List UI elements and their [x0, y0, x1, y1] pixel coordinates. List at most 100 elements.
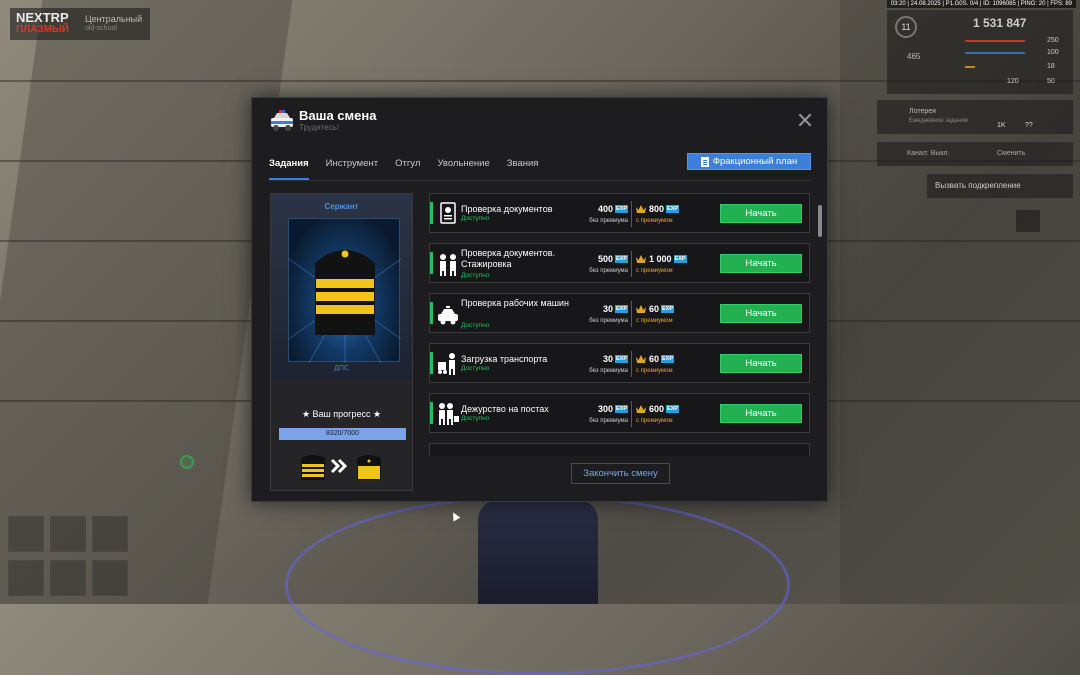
stat-value: 465 [907, 52, 921, 61]
shield-value: 50 [1047, 78, 1055, 85]
rank-insignia-image [288, 218, 402, 364]
tab-day-off[interactable]: Отгул [395, 154, 420, 180]
money-value: 1 531 847 [973, 16, 1027, 30]
reward-label: без премиума [589, 268, 628, 274]
tab-ranks[interactable]: Звания [507, 154, 539, 180]
task-reward: 30 EXP [602, 304, 628, 314]
tab-tasks[interactable]: Задания [269, 154, 309, 180]
premium-label: с премиумом [636, 368, 673, 374]
faction-plan-label: Фракционный план [712, 156, 798, 167]
reward-label: без премиума [589, 368, 628, 374]
progress-label: ★ Ваш прогресс ★ [301, 409, 382, 419]
radio-change-label: Сменить [997, 150, 1026, 157]
server-sub: old-school [85, 25, 117, 32]
premium-reward: 1 000 EXP [649, 254, 687, 264]
loader-icon [438, 353, 455, 375]
epaulette-icon [288, 250, 402, 364]
premium-reward: 600 EXP [649, 404, 680, 414]
task-reward: 500 EXP [597, 254, 628, 264]
minimap-marker [180, 455, 194, 469]
crown-icon [636, 305, 646, 313]
quickslot[interactable] [92, 516, 128, 552]
tab-tools[interactable]: Инструмент [326, 154, 378, 180]
reward-label: без премиума [589, 418, 628, 424]
premium-reward: 800 EXP [649, 204, 680, 214]
server-logo: NEXTRP ПЛАЗМЫЙ Центральный old-school [10, 8, 150, 40]
task-list-scrollbar[interactable] [818, 205, 822, 237]
premium-label: с премиумом [636, 218, 673, 224]
start-task-button[interactable]: Начать [720, 354, 802, 373]
inventory-quickslots [8, 516, 134, 602]
level-badge: 11 [895, 16, 917, 38]
list-item-partial [429, 443, 810, 456]
modal-tabs: Задания Инструмент Отгул Увольнение Зван… [269, 154, 555, 180]
task-name: Проверка документов. Стажировка [461, 248, 555, 269]
task-list: Проверка документов Доступно 400 EXP без … [429, 193, 812, 456]
quickslot[interactable] [92, 560, 128, 596]
next-rank-preview [301, 455, 381, 480]
faction-plan-button[interactable]: Фракционный план [687, 153, 811, 170]
list-item: Дежурство на постах Доступно 300 EXP без … [429, 393, 810, 433]
rank-unit: ДПС [334, 365, 349, 372]
patrol-icon [439, 403, 459, 425]
tab-dismissal[interactable]: Увольнение [437, 154, 489, 180]
task-reward: 400 EXP [597, 204, 628, 214]
task-status: Доступно [461, 365, 490, 372]
quickslot[interactable] [50, 560, 86, 596]
task-status-indicator [430, 402, 433, 424]
rank-card: Сержант ДПС ★ Ваш прогресс ★ 8320/7000 [270, 193, 413, 491]
quickslot[interactable] [8, 516, 44, 552]
tabs-divider [269, 180, 811, 181]
server-name: Центральный [85, 14, 143, 24]
crown-icon [636, 355, 646, 363]
premium-reward: 60 EXP [649, 304, 675, 314]
end-shift-button[interactable]: Закончить смену [571, 463, 670, 484]
task-name: Проверка рабочих машин [461, 298, 569, 308]
crown-icon [636, 205, 646, 213]
start-task-button[interactable]: Начать [720, 204, 802, 223]
premium-label: с премиумом [636, 318, 673, 324]
list-item: Проверка документов Доступно 400 EXP без … [429, 193, 810, 233]
task-status: Доступно [461, 322, 490, 329]
player-stats-panel: 11 1 531 847 465 250 100 18 120 50 [887, 10, 1073, 94]
logo-bottom: ПЛАЗМЫЙ [16, 24, 69, 35]
armor-value: 100 [1047, 49, 1059, 56]
list-item: Проверка рабочих машин Доступно 30 EXP бе… [429, 293, 810, 333]
radio-channel-widget[interactable]: Канал: Выкл. Сменить [877, 142, 1073, 166]
task-status-indicator [430, 352, 433, 374]
status-topbar: 03:20 | 24.08.2025 | P1.G0S. 0/4 | ID: 1… [886, 0, 1076, 8]
task-status: Доступно [461, 272, 490, 279]
list-item: Загрузка транспорта Доступно 30 EXP без п… [429, 343, 810, 383]
player-character [478, 500, 598, 604]
crown-icon [636, 255, 646, 263]
start-task-button[interactable]: Начать [720, 304, 802, 323]
reward-label: без премиума [589, 318, 628, 324]
document-icon [700, 156, 709, 167]
close-icon[interactable] [797, 112, 813, 128]
lottery-reward-2: ?? [1025, 122, 1033, 129]
ammo-value: 120 [1007, 78, 1019, 85]
task-name: Дежурство на постах [461, 404, 549, 414]
shift-modal: Ваша смена Трудитесь! Задания Инструмент… [251, 97, 828, 502]
lottery-reward-1: 1K [997, 122, 1006, 129]
modal-subtitle: Трудитесь! [299, 123, 340, 132]
health-bar [965, 40, 1025, 42]
lottery-widget[interactable]: Лотерея Ежедневное задание 1K ?? [877, 100, 1073, 134]
quickslot[interactable] [8, 560, 44, 596]
modal-header: Ваша смена Трудитесь! [252, 98, 827, 144]
task-status: Доступно [461, 215, 490, 222]
lottery-title: Лотерея [909, 108, 936, 115]
list-item: Проверка документов. Стажировка Доступно… [429, 243, 810, 283]
calendar-icon[interactable] [1016, 210, 1040, 232]
call-backup-button[interactable]: Вызвать подкрепление [927, 174, 1073, 198]
task-reward: 30 EXP [602, 354, 628, 364]
task-status-indicator [430, 302, 433, 324]
officers-icon [440, 254, 456, 276]
rank-name: Сержант [324, 202, 359, 211]
modal-title: Ваша смена [299, 108, 377, 123]
start-task-button[interactable]: Начать [720, 404, 802, 423]
quickslot[interactable] [50, 516, 86, 552]
start-task-button[interactable]: Начать [720, 254, 802, 273]
crown-icon [636, 405, 646, 413]
premium-label: с премиумом [636, 418, 673, 424]
